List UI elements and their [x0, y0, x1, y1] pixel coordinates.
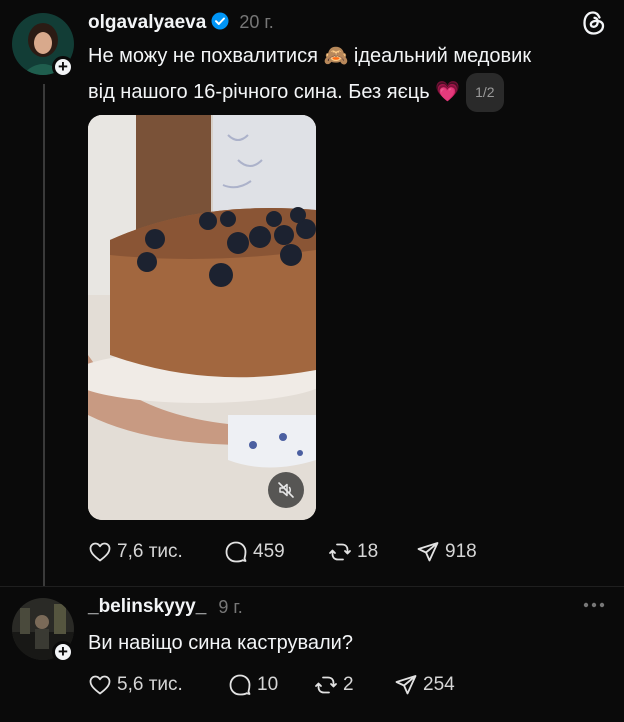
comment-icon — [229, 674, 251, 696]
reply-count: 459 — [253, 541, 285, 562]
reply-reply-count: 10 — [257, 674, 279, 695]
reply-username[interactable]: _belinskyyy_ — [88, 596, 206, 618]
follow-plus-icon[interactable]: + — [52, 641, 74, 663]
comment-icon — [225, 541, 247, 563]
verified-badge-icon — [211, 12, 229, 35]
heart-icon — [89, 675, 111, 695]
reply-repost-button[interactable]: 2 — [314, 673, 354, 697]
post-username[interactable]: olgavalyaeva — [88, 12, 206, 34]
threads-logo-icon[interactable] — [582, 10, 606, 41]
post-text-line1: Не можу не похвалитися 🙈 ідеальний медов… — [88, 45, 532, 67]
post-header: olgavalyaeva 20 г. — [88, 10, 274, 35]
mute-icon[interactable] — [268, 472, 304, 508]
heart-icon — [89, 542, 111, 562]
cake-image — [88, 115, 316, 520]
reply-button[interactable]: 459 — [224, 540, 285, 564]
share-count: 918 — [445, 541, 477, 562]
post-text-line2: від нашого 16-річного сина. Без яєць 💗 1/… — [88, 73, 608, 112]
like-button[interactable]: 7,6 тис. — [88, 540, 183, 564]
reply-header: _belinskyyy_ 9 г. — [88, 596, 243, 618]
repost-count: 18 — [357, 541, 379, 562]
divider — [0, 586, 624, 587]
media-counter: 1/2 — [466, 73, 504, 112]
repost-icon — [329, 543, 351, 561]
reply-share-count: 254 — [423, 674, 455, 695]
send-icon — [395, 675, 417, 695]
like-count: 7,6 тис. — [117, 541, 183, 562]
reply-text: Ви навіщо сина кастрували? — [88, 632, 353, 654]
post-video[interactable] — [88, 115, 316, 520]
follow-plus-icon[interactable]: + — [52, 56, 74, 78]
thread-line — [43, 84, 45, 586]
repost-button[interactable]: 18 — [328, 540, 378, 564]
send-icon — [417, 542, 439, 562]
reply-like-button[interactable]: 5,6 тис. — [88, 673, 183, 697]
post-text: Не можу не похвалитися 🙈 ідеальний медов… — [88, 40, 608, 112]
reply-share-button[interactable]: 254 — [394, 673, 455, 697]
reply-repost-count: 2 — [343, 674, 354, 695]
reply-like-count: 5,6 тис. — [117, 674, 183, 695]
post-time: 20 г. — [239, 12, 274, 32]
reply-time: 9 г. — [218, 596, 243, 617]
reply-reply-button[interactable]: 10 — [228, 673, 278, 697]
repost-icon — [315, 676, 337, 694]
share-button[interactable]: 918 — [416, 540, 477, 564]
more-dots-icon[interactable] — [582, 598, 606, 616]
